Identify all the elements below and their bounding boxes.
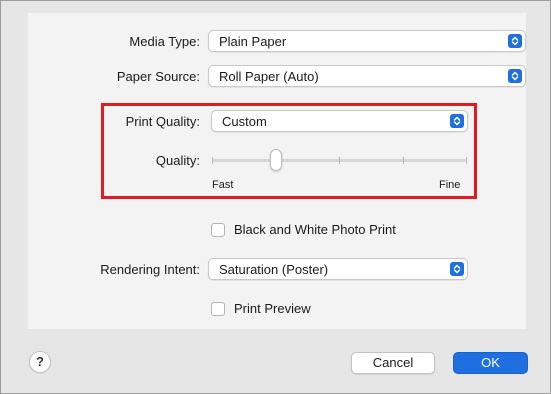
print-preview-label: Print Preview [234,301,311,316]
print-quality-label: Print Quality: [125,114,200,129]
print-dialog: Media Type: Plain Paper Paper Source: Ro… [0,0,551,394]
black-white-photo-checkbox[interactable] [211,223,225,237]
help-button[interactable]: ? [29,351,51,373]
media-type-label: Media Type: [129,34,200,49]
paper-source-value: Roll Paper (Auto) [219,69,319,84]
cancel-button[interactable]: Cancel [351,352,435,374]
ok-button[interactable]: OK [453,352,528,374]
paper-source-select[interactable]: Roll Paper (Auto) [208,65,526,87]
rendering-intent-select[interactable]: Saturation (Poster) [208,258,468,280]
print-quality-select[interactable]: Custom [211,110,468,132]
print-quality-value: Custom [222,114,267,129]
media-type-value: Plain Paper [219,34,287,49]
quality-slider-knob[interactable] [270,149,282,171]
quality-fine-label: Fine [439,179,461,191]
up-down-arrows-icon [508,69,522,83]
quality-label: Quality: [155,153,200,168]
quality-fast-label: Fast [212,179,234,191]
rendering-intent-label: Rendering Intent: [100,262,200,277]
up-down-arrows-icon [508,34,522,48]
print-preview-checkbox[interactable] [211,302,225,316]
black-white-photo-label: Black and White Photo Print [234,222,396,237]
quality-slider-tick [466,157,467,164]
up-down-arrows-icon [450,114,464,128]
media-type-select[interactable]: Plain Paper [208,30,526,52]
rendering-intent-value: Saturation (Poster) [219,262,329,277]
up-down-arrows-icon [450,262,464,276]
paper-source-label: Paper Source: [116,69,200,84]
quality-slider-tick [339,157,340,164]
quality-slider-tick [212,157,213,164]
quality-slider-tick [403,157,404,164]
